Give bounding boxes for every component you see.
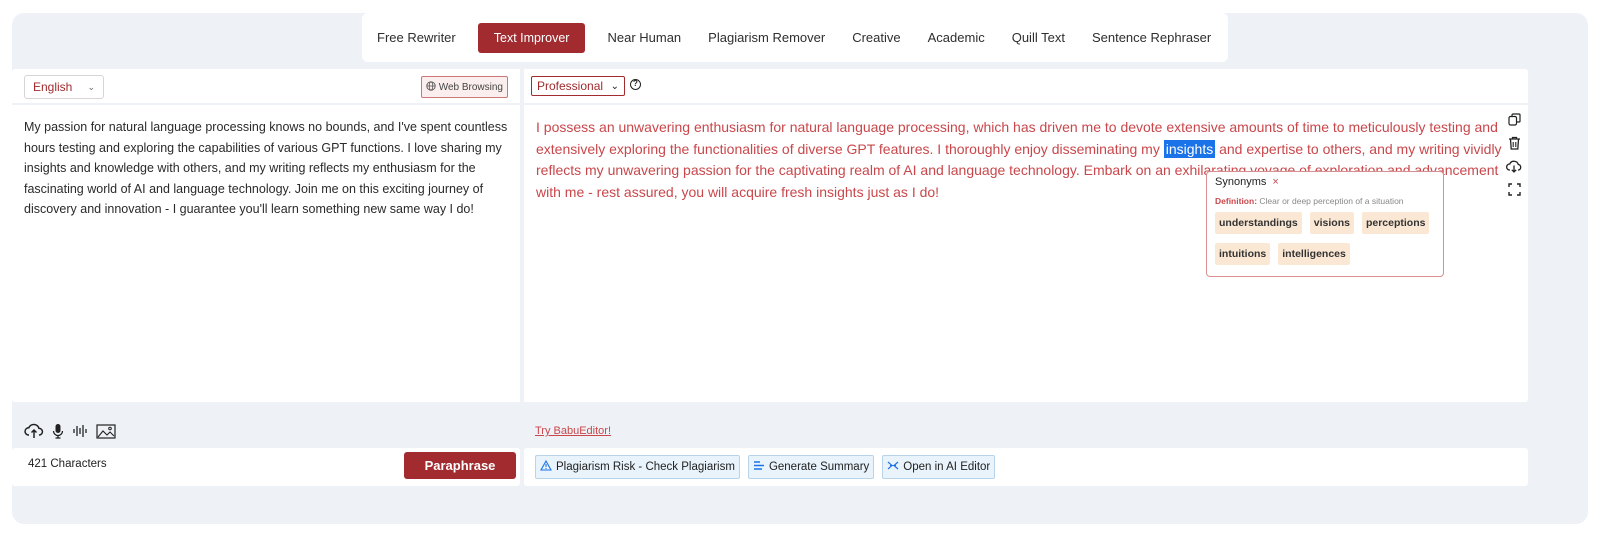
selected-word[interactable]: insights (1163, 139, 1216, 158)
input-footer: 421 Characters Paraphrase (12, 448, 520, 486)
try-editor-link[interactable]: Try BabuEditor! (535, 425, 611, 437)
paraphrase-button[interactable]: Paraphrase (404, 452, 516, 479)
mode-plagiarism-remover[interactable]: Plagiarism Remover (708, 30, 825, 45)
tone-value: Professional (537, 79, 604, 93)
synonym-definition: Definition: Clear or deep perception of … (1215, 196, 1435, 206)
synonym-list: understandings visions perceptions intui… (1215, 212, 1435, 265)
audio-wave-icon[interactable] (72, 424, 88, 441)
output-footer: Plagiarism Risk - Check Plagiarism Gener… (524, 448, 1528, 486)
tone-select[interactable]: Professional ⌄ (531, 76, 625, 96)
cloud-download-icon[interactable] (1506, 160, 1522, 176)
mode-sentence-rephraser[interactable]: Sentence Rephraser (1092, 30, 1211, 45)
input-textarea[interactable]: My passion for natural language processi… (12, 105, 520, 232)
synonym-chip[interactable]: understandings (1215, 212, 1302, 234)
close-icon[interactable]: × (1272, 176, 1278, 188)
output-side-icons (1506, 113, 1522, 199)
trash-icon[interactable] (1508, 136, 1521, 153)
synonyms-title: Synonyms (1215, 176, 1267, 188)
synonym-chip[interactable]: intelligences (1278, 243, 1350, 265)
definition-text: Clear or deep perception of a situation (1259, 196, 1404, 206)
mode-free-rewriter[interactable]: Free Rewriter (377, 30, 456, 45)
input-panel: English ⌄ Web Browsing My passion for na… (12, 69, 520, 402)
cloud-upload-icon[interactable] (24, 423, 44, 442)
chevron-down-icon: ⌄ (610, 80, 619, 92)
mode-creative[interactable]: Creative (852, 30, 900, 45)
mode-text-improver[interactable]: Text Improver (477, 22, 586, 53)
open-ai-editor-button[interactable]: Open in AI Editor (882, 455, 996, 479)
synonym-chip[interactable]: perceptions (1361, 212, 1430, 234)
open-ai-editor-label: Open in AI Editor (903, 461, 991, 473)
editor-icon (887, 460, 899, 474)
definition-label: Definition: (1215, 196, 1258, 206)
output-toolbar: Professional ⌄ ? (524, 69, 1528, 105)
input-tools (24, 423, 116, 442)
chevron-down-icon: ⌄ (87, 81, 95, 92)
copy-icon[interactable] (1507, 113, 1521, 129)
mode-near-human[interactable]: Near Human (607, 30, 681, 45)
help-icon[interactable]: ? (630, 79, 641, 90)
generate-summary-label: Generate Summary (768, 461, 870, 473)
mode-quill-text[interactable]: Quill Text (1012, 30, 1065, 45)
generate-summary-button[interactable]: Generate Summary (747, 455, 875, 479)
fullscreen-icon[interactable] (1507, 183, 1521, 199)
mode-academic[interactable]: Academic (928, 30, 985, 45)
synonym-chip[interactable]: visions (1309, 212, 1354, 234)
language-value: English (33, 80, 73, 94)
synonyms-popup: Synonyms × Definition: Clear or deep perc… (1206, 171, 1444, 277)
summary-icon (753, 460, 765, 474)
check-plagiarism-button[interactable]: Plagiarism Risk - Check Plagiarism (535, 455, 740, 479)
language-select[interactable]: English ⌄ (24, 75, 104, 99)
web-browsing-label: Web Browsing (438, 81, 503, 93)
warning-icon (540, 459, 552, 474)
web-browsing-button[interactable]: Web Browsing (420, 76, 508, 98)
check-plagiarism-label: Plagiarism Risk - Check Plagiarism (556, 461, 735, 473)
synonym-chip[interactable]: intuitions (1215, 243, 1271, 265)
microphone-icon[interactable] (52, 423, 64, 442)
globe-icon (426, 80, 436, 94)
character-count: 421 Characters (28, 458, 107, 470)
mode-bar: Free Rewriter Text Improver Near Human P… (362, 13, 1228, 62)
synonyms-header: Synonyms × (1215, 176, 1435, 188)
image-icon[interactable] (96, 423, 116, 442)
input-toolbar: English ⌄ Web Browsing (12, 69, 520, 105)
